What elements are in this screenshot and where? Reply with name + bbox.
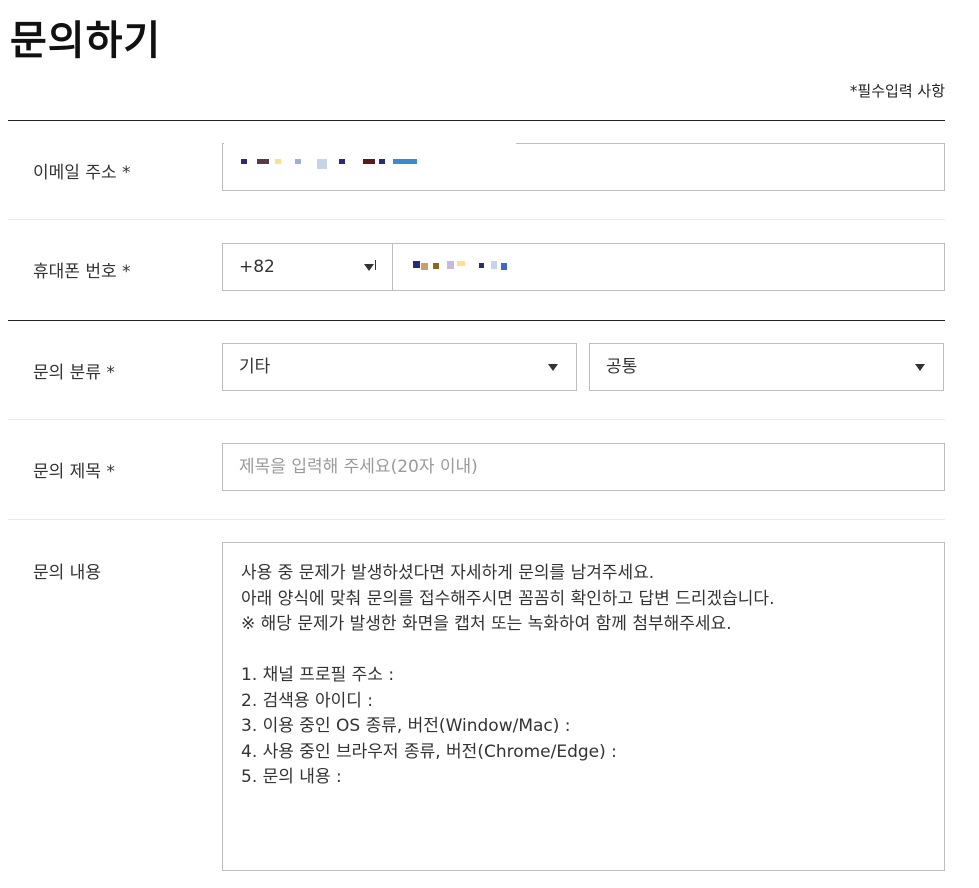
page-title: 문의하기	[10, 18, 162, 64]
phone-number-field[interactable]	[392, 243, 945, 291]
category-primary-select[interactable]: 기타	[222, 343, 577, 391]
form-top-divider	[8, 120, 945, 121]
subject-field[interactable]: 제목을 입력해 주세요(20자 이내)	[222, 443, 945, 491]
category-primary-value: 기타	[239, 357, 271, 377]
caret-down-icon	[364, 264, 374, 271]
content-label: 문의 내용	[33, 563, 101, 583]
row-divider	[8, 519, 945, 520]
phone-redacted-value	[413, 259, 523, 273]
caret-down-icon	[548, 364, 558, 371]
subject-label: 문의 제목 *	[33, 462, 115, 482]
select-tick	[375, 260, 376, 270]
category-label: 문의 분류 *	[33, 363, 115, 383]
phone-label: 휴대폰 번호 *	[33, 262, 131, 282]
email-field[interactable]	[222, 143, 945, 193]
section-divider	[8, 320, 945, 321]
category-secondary-select[interactable]: 공통	[589, 343, 944, 391]
row-divider	[8, 219, 945, 220]
row-divider	[8, 419, 945, 420]
category-secondary-value: 공통	[606, 357, 638, 377]
country-code-value: +82	[239, 257, 275, 277]
caret-down-icon	[915, 364, 925, 371]
required-note: *필수입력 사항	[849, 82, 945, 100]
country-code-select[interactable]: +82	[222, 243, 392, 291]
email-label: 이메일 주소 *	[33, 163, 131, 183]
subject-placeholder: 제목을 입력해 주세요(20자 이내)	[239, 457, 478, 477]
content-textarea[interactable]	[222, 542, 945, 871]
email-field-mask	[224, 143, 516, 193]
